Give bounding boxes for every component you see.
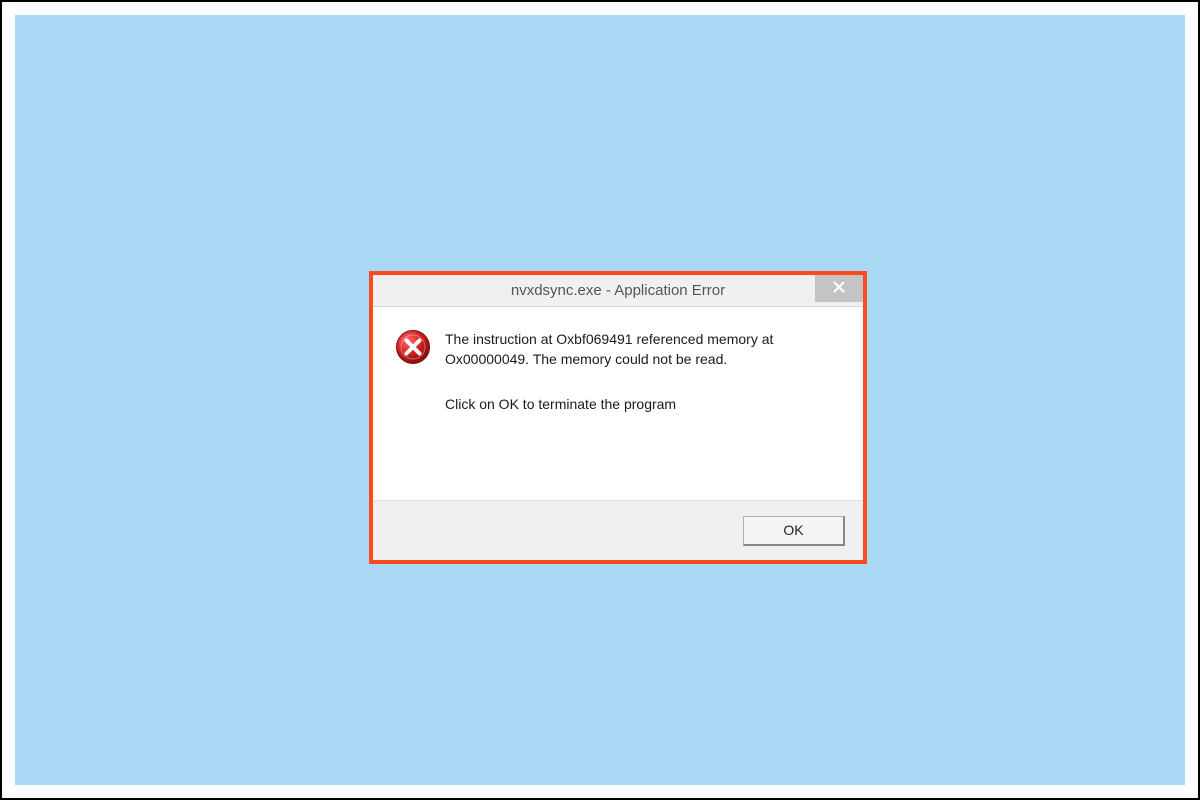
- dialog-content: The instruction at Oxbf069491 referenced…: [373, 307, 863, 500]
- ok-button[interactable]: OK: [743, 516, 845, 546]
- error-icon: [395, 329, 431, 365]
- dialog-message: The instruction at Oxbf069491 referenced…: [445, 329, 841, 478]
- close-icon: [833, 280, 845, 298]
- desktop-background: nvxdsync.exe - Application Error: [15, 15, 1185, 785]
- error-dialog: nvxdsync.exe - Application Error: [373, 275, 863, 560]
- close-button[interactable]: [815, 275, 863, 302]
- message-line-2: Click on OK to terminate the program: [445, 394, 841, 414]
- dialog-titlebar[interactable]: nvxdsync.exe - Application Error: [373, 275, 863, 307]
- message-line-1: The instruction at Oxbf069491 referenced…: [445, 329, 841, 370]
- dialog-highlight-frame: nvxdsync.exe - Application Error: [369, 271, 867, 564]
- dialog-button-area: OK: [373, 500, 863, 560]
- dialog-title: nvxdsync.exe - Application Error: [511, 282, 725, 299]
